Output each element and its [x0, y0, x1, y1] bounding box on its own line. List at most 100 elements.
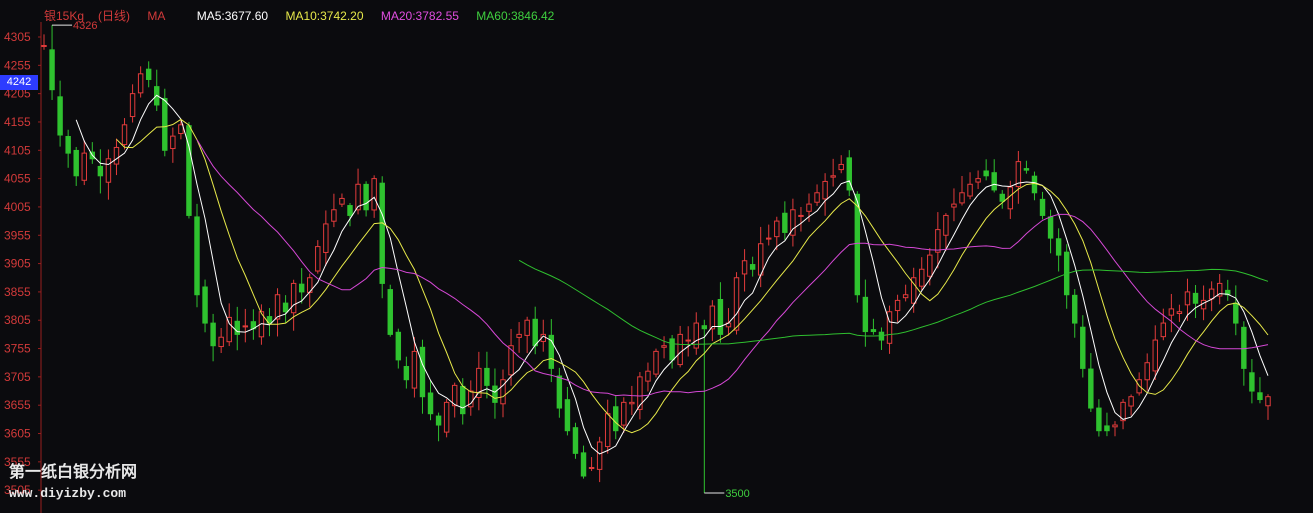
candle-up[interactable]	[814, 192, 820, 203]
candle-up[interactable]	[170, 135, 176, 150]
candle-down[interactable]	[532, 318, 538, 347]
candle-up[interactable]	[967, 183, 973, 197]
candle-up[interactable]	[1112, 424, 1118, 428]
candle-down[interactable]	[1104, 425, 1110, 432]
candle-up[interactable]	[951, 203, 957, 208]
candle-up[interactable]	[661, 345, 667, 348]
candle-up[interactable]	[1144, 362, 1150, 381]
candle-down[interactable]	[395, 331, 402, 361]
candle-up[interactable]	[943, 214, 949, 236]
candle-down[interactable]	[460, 385, 466, 415]
candle-down[interactable]	[613, 406, 619, 432]
candle-up[interactable]	[339, 197, 345, 205]
candle-up[interactable]	[653, 350, 659, 375]
candle-up[interactable]	[1160, 322, 1167, 338]
candle-up[interactable]	[290, 282, 297, 314]
candle-up[interactable]	[81, 152, 87, 181]
candle-down[interactable]	[862, 296, 869, 333]
candle-down[interactable]	[1055, 238, 1062, 256]
candle-down[interactable]	[1088, 368, 1094, 409]
candle-down[interactable]	[999, 193, 1005, 202]
candle-up[interactable]	[218, 336, 224, 348]
candle-down[interactable]	[1192, 292, 1199, 304]
candle-up[interactable]	[411, 350, 418, 389]
candle-down[interactable]	[435, 415, 442, 426]
candle-down[interactable]	[556, 375, 563, 409]
candle-up[interactable]	[733, 277, 740, 331]
candle-up[interactable]	[629, 401, 635, 405]
candle-up[interactable]	[1265, 396, 1271, 407]
candle-down[interactable]	[234, 320, 240, 335]
candle-down[interactable]	[1047, 216, 1054, 239]
candle-up[interactable]	[274, 294, 281, 320]
candle-up[interactable]	[975, 178, 981, 183]
candle-down[interactable]	[1039, 198, 1046, 216]
candle-down[interactable]	[97, 165, 104, 177]
candle-down[interactable]	[669, 338, 675, 361]
candle-up[interactable]	[798, 214, 804, 217]
candle-down[interactable]	[65, 136, 71, 154]
candle-up[interactable]	[774, 220, 780, 238]
candle-down[interactable]	[1080, 326, 1086, 369]
candle-up[interactable]	[677, 333, 683, 366]
candle-down[interactable]	[186, 125, 192, 216]
candle-down[interactable]	[484, 367, 490, 386]
candle-down[interactable]	[210, 322, 216, 347]
candle-up[interactable]	[596, 441, 603, 470]
candle-up[interactable]	[315, 246, 321, 272]
candle-down[interactable]	[403, 366, 410, 381]
candle-down[interactable]	[363, 183, 369, 211]
candle-down[interactable]	[202, 286, 208, 324]
candle-down[interactable]	[983, 170, 989, 177]
candle-up[interactable]	[105, 158, 112, 183]
candle-down[interactable]	[1257, 392, 1263, 401]
candle-down[interactable]	[1031, 175, 1038, 194]
candle-down[interactable]	[1072, 294, 1078, 324]
candle-up[interactable]	[1007, 186, 1014, 210]
candle-down[interactable]	[782, 212, 788, 233]
candle-up[interactable]	[1208, 288, 1215, 300]
candle-up[interactable]	[830, 175, 836, 178]
candle-up[interactable]	[822, 180, 828, 200]
candle-down[interactable]	[572, 427, 579, 454]
candle-down[interactable]	[162, 97, 168, 151]
candle-up[interactable]	[621, 401, 627, 426]
candles-group[interactable]	[41, 25, 1271, 493]
candle-up[interactable]	[1128, 396, 1134, 407]
candle-down[interactable]	[427, 392, 434, 415]
candle-down[interactable]	[1096, 407, 1102, 432]
candle-down[interactable]	[49, 49, 55, 91]
candle-up[interactable]	[129, 93, 136, 118]
candle-down[interactable]	[1241, 326, 1247, 369]
candle-up[interactable]	[242, 325, 249, 328]
candle-down[interactable]	[701, 325, 708, 330]
candle-down[interactable]	[717, 298, 724, 335]
candle-up[interactable]	[371, 178, 377, 211]
candle-down[interactable]	[347, 205, 353, 216]
candle-down[interactable]	[1249, 372, 1255, 392]
candle-up[interactable]	[902, 294, 909, 299]
candle-up[interactable]	[959, 192, 965, 204]
candle-up[interactable]	[588, 467, 595, 470]
candle-up[interactable]	[757, 243, 764, 276]
candle-up[interactable]	[645, 370, 651, 382]
candle-down[interactable]	[1023, 168, 1030, 171]
candle-down[interactable]	[1233, 302, 1239, 324]
candlestick-chart[interactable]: 4305425542054155410540554005395539053855…	[0, 0, 1313, 513]
candle-down[interactable]	[73, 149, 79, 177]
candle-down[interactable]	[145, 68, 152, 80]
candle-down[interactable]	[991, 172, 997, 191]
candle-down[interactable]	[854, 193, 861, 296]
candle-down[interactable]	[194, 216, 200, 296]
candle-up[interactable]	[709, 305, 716, 330]
candle-up[interactable]	[927, 254, 933, 277]
candle-up[interactable]	[443, 401, 450, 433]
candle-up[interactable]	[524, 319, 530, 336]
candle-up[interactable]	[1168, 308, 1175, 316]
candle-down[interactable]	[387, 289, 393, 335]
candle-up[interactable]	[516, 333, 522, 338]
candle-up[interactable]	[1176, 311, 1183, 315]
candle-up[interactable]	[323, 223, 329, 253]
candle-up[interactable]	[1184, 291, 1191, 306]
candle-up[interactable]	[685, 339, 691, 342]
